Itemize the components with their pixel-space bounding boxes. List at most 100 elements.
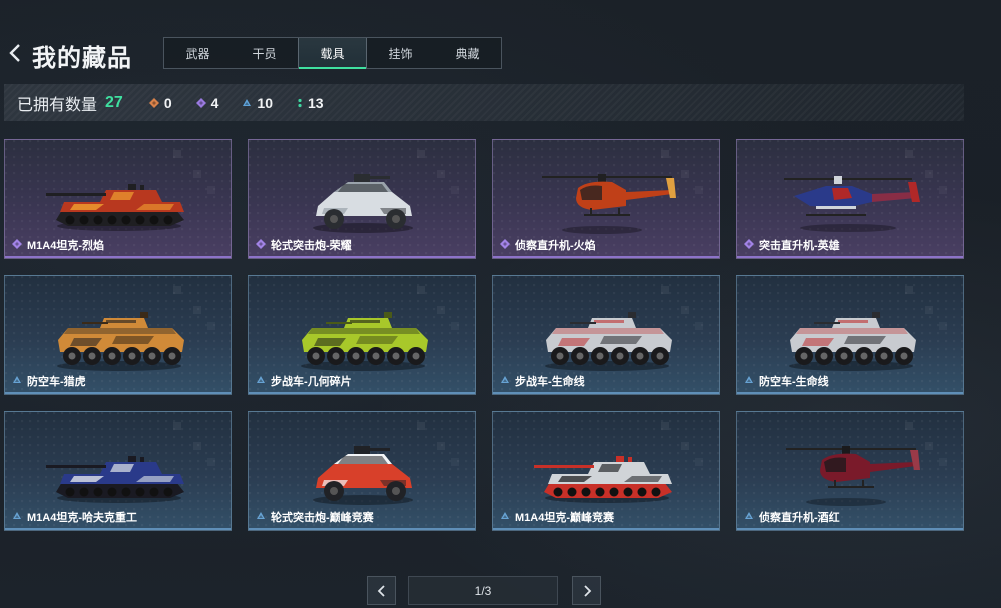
vehicle-name: M1A4坦克-烈焰 [27, 240, 105, 252]
rarity-bar [249, 392, 475, 394]
vehicle-name: 侦察直升机-酒红 [759, 512, 840, 524]
rarity-count-value: 0 [163, 94, 172, 111]
page-indicator: 1/3 [408, 576, 558, 605]
vehicle-card[interactable]: M1A4坦克-巅峰竞赛 [492, 411, 720, 531]
owned-count-value: 27 [105, 93, 123, 111]
vehicle-card[interactable]: M1A4坦克-哈夫克重工 [4, 411, 232, 531]
page-title: 我的藏品 [32, 45, 132, 72]
blue-triangle-icon [744, 375, 754, 388]
purple-diamond-icon [12, 238, 22, 252]
rarity-bar [5, 528, 231, 530]
buggy-image [313, 446, 413, 505]
chevron-left-icon [9, 44, 20, 62]
rarity-bar [493, 392, 719, 394]
vehicle-card-label: 侦察直升机-火焰 [500, 237, 596, 253]
next-page-button[interactable] [572, 576, 601, 605]
vehicle-name: 突击直升机-英雄 [759, 240, 840, 252]
blue-triangle-icon [256, 375, 266, 388]
rarity-bar [737, 392, 963, 394]
scout-heli-image [542, 174, 676, 234]
chevron-right-icon [583, 584, 591, 597]
pagination: 1/3 [0, 576, 1001, 606]
blue-triangle-icon [242, 95, 252, 111]
vehicle-card[interactable]: 防空车-生命线 [736, 275, 964, 395]
vehicle-card-label: M1A4坦克-巅峰竞赛 [500, 509, 614, 525]
header: 我的藏品 武器 干员 载具 挂饰 典藏 [0, 0, 1001, 82]
vehicle-name: 防空车-生命线 [759, 376, 829, 388]
blue-triangle-icon [256, 511, 266, 524]
rarity-count-3: 13 [297, 95, 324, 111]
vehicle-name: M1A4坦克-哈夫克重工 [27, 512, 138, 524]
rarity-bar [249, 528, 475, 530]
ownership-stats-bar: 已拥有数量 27 0 4 10 13 [4, 84, 964, 121]
tab-2[interactable]: 载具 [298, 38, 367, 69]
green-dots-icon [297, 95, 303, 111]
vehicle-card[interactable]: 防空车-猎虎 [4, 275, 232, 395]
tank-image [46, 456, 184, 503]
blue-triangle-icon [500, 375, 510, 388]
rarity-count-value: 4 [210, 94, 219, 111]
vehicle-card[interactable]: 侦察直升机-火焰 [492, 139, 720, 259]
vehicle-name: 轮式突击炮-荣耀 [271, 240, 352, 252]
attack-heli-image [784, 176, 920, 232]
rarity-bar [493, 528, 719, 530]
vehicle-card-label: 轮式突击炮-荣耀 [256, 237, 352, 253]
tab-1[interactable]: 干员 [231, 38, 298, 68]
orange-diamond-icon [148, 95, 159, 111]
prev-page-button[interactable] [367, 576, 396, 605]
vehicle-card[interactable]: 步战车-生命线 [492, 275, 720, 395]
vehicle-card-label: 防空车-生命线 [744, 373, 829, 389]
tab-3[interactable]: 挂饰 [367, 38, 434, 68]
ifv-image [301, 312, 428, 371]
blue-triangle-icon [12, 511, 22, 524]
tank-image [534, 456, 672, 503]
vehicle-name: 侦察直升机-火焰 [515, 240, 596, 252]
purple-diamond-icon [195, 95, 206, 111]
rarity-bar [737, 256, 963, 258]
vehicle-card[interactable]: 轮式突击炮-巅峰竞赛 [248, 411, 476, 531]
rarity-count-2: 10 [242, 95, 273, 111]
chevron-left-icon [377, 584, 385, 597]
vehicle-card[interactable]: 侦察直升机-酒红 [736, 411, 964, 531]
rarity-bar [5, 256, 231, 258]
vehicle-card-label: M1A4坦克-哈夫克重工 [12, 509, 137, 525]
ifv-image [57, 312, 184, 371]
blue-triangle-icon [500, 511, 510, 524]
rarity-count-0: 0 [148, 94, 172, 111]
rarity-bar [493, 256, 719, 258]
rarity-bar [737, 528, 963, 530]
vehicle-card-label: 步战车-几何碎片 [256, 373, 352, 389]
vehicle-card[interactable]: M1A4坦克-烈焰 [4, 139, 232, 259]
tab-0[interactable]: 武器 [164, 38, 231, 68]
vehicle-collection-grid: M1A4坦克-烈焰 轮式突击炮-荣耀 侦察直升机-火焰 突击直升机-英雄 防空车… [4, 139, 964, 531]
scout-heli-image [786, 446, 920, 506]
vehicle-name: 步战车-几何碎片 [271, 376, 352, 388]
vehicle-card-label: 步战车-生命线 [500, 373, 585, 389]
vehicle-card-label: M1A4坦克-烈焰 [12, 237, 104, 253]
back-button[interactable] [6, 42, 24, 64]
vehicle-name: 轮式突击炮-巅峰竞赛 [271, 512, 374, 524]
tab-4[interactable]: 典藏 [434, 38, 501, 68]
ifv-image [789, 312, 916, 371]
purple-diamond-icon [500, 238, 510, 252]
buggy-image [313, 174, 413, 233]
rarity-bar [249, 256, 475, 258]
owned-count-label: 已拥有数量 [17, 96, 98, 114]
vehicle-card-label: 轮式突击炮-巅峰竞赛 [256, 509, 374, 525]
vehicle-card[interactable]: 突击直升机-英雄 [736, 139, 964, 259]
purple-diamond-icon [256, 238, 266, 252]
vehicle-card[interactable]: 轮式突击炮-荣耀 [248, 139, 476, 259]
vehicle-name: 防空车-猎虎 [27, 376, 86, 388]
vehicle-card[interactable]: 步战车-几何碎片 [248, 275, 476, 395]
blue-triangle-icon [12, 375, 22, 388]
vehicle-card-label: 突击直升机-英雄 [744, 237, 840, 253]
tank-image [46, 184, 184, 231]
vehicle-card-label: 侦察直升机-酒红 [744, 509, 840, 525]
rarity-count-value: 10 [257, 94, 273, 111]
rarity-count-value: 13 [307, 94, 324, 111]
ifv-image [545, 312, 672, 371]
vehicle-card-label: 防空车-猎虎 [12, 373, 86, 389]
purple-diamond-icon [744, 238, 754, 252]
vehicle-name: M1A4坦克-巅峰竞赛 [515, 512, 615, 524]
rarity-bar [5, 392, 231, 394]
